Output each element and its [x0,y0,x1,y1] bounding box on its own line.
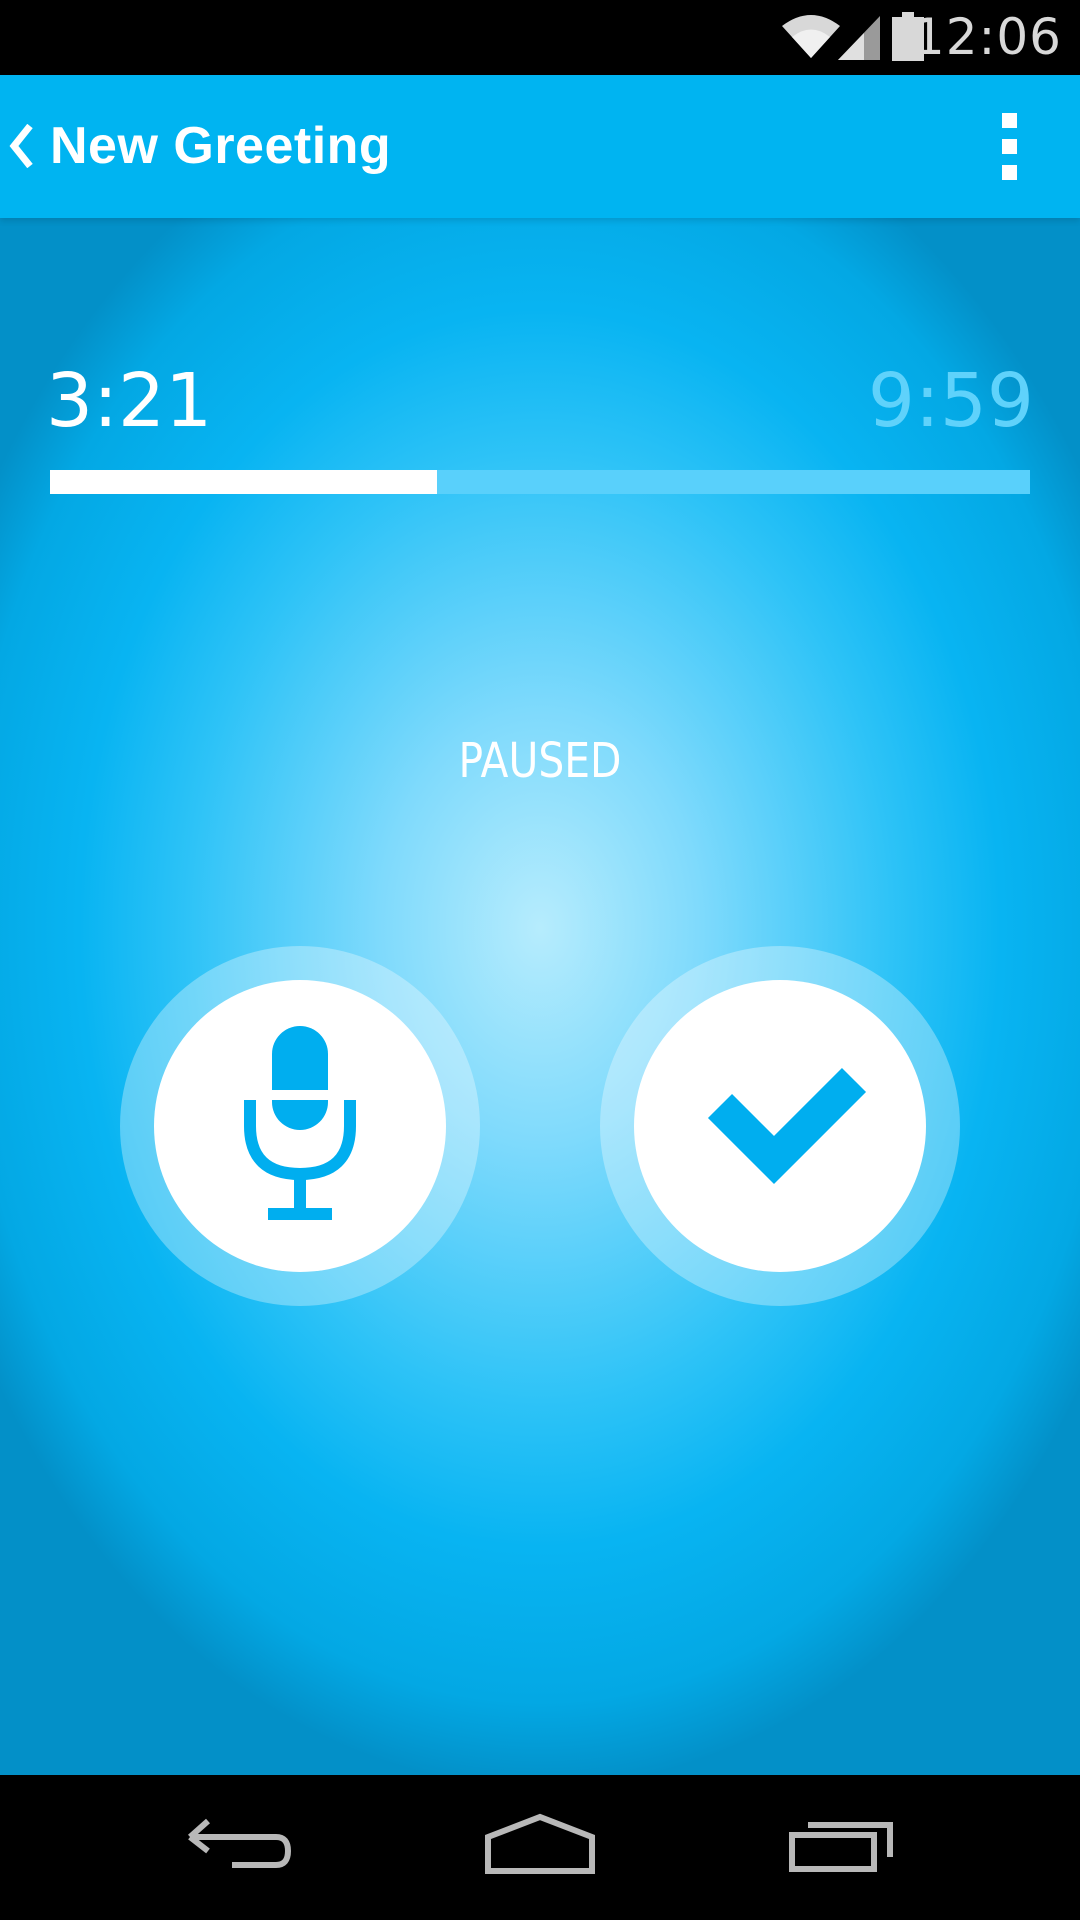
nav-recents-button[interactable] [780,1805,900,1885]
progress-bar[interactable] [50,470,1030,494]
back-arrow-icon [188,1818,292,1868]
progress-fill [50,470,438,494]
elapsed-time: 3:21 [46,358,213,444]
recents-icon [789,1822,893,1872]
max-time: 9:59 [867,358,1034,444]
recording-status: PAUSED [458,733,622,789]
signal-icon [838,16,880,60]
checkmark-icon [707,1067,867,1185]
nav-back-button[interactable] [180,1805,300,1885]
navigation-bar [0,1775,1080,1920]
home-icon [485,1813,595,1874]
back-button[interactable]: New Greeting [8,105,391,187]
done-button[interactable] [600,946,960,1306]
wifi-icon [782,15,840,58]
status-time: 12:06 [912,8,1062,66]
screen: 12:06 New Greeting 3:21 9:59 PAUSED [0,0,1080,1920]
microphone-icon [244,1026,356,1220]
overflow-menu-button[interactable] [980,113,1040,183]
nav-home-button[interactable] [480,1805,600,1885]
page-title: New Greeting [50,117,392,175]
chevron-left-icon [9,124,33,168]
recorder-panel: 3:21 9:59 PAUSED [0,218,1080,1775]
record-button[interactable] [120,946,480,1306]
app-bar: New Greeting [0,75,1080,218]
status-bar: 12:06 [0,0,1080,75]
